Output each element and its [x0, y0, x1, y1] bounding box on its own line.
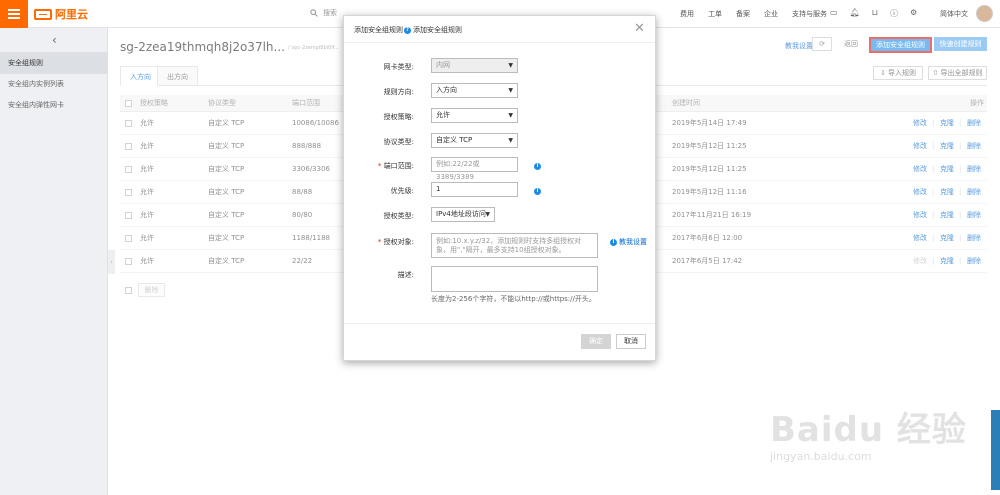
auth-type-label: 授权类型: — [383, 212, 414, 220]
port-range-input[interactable]: 例如:22/22或3389/3389 — [431, 157, 518, 181]
caret-down-icon: ▼ — [508, 137, 513, 144]
menu-icon[interactable] — [0, 0, 28, 28]
search-box[interactable]: 搜索 — [310, 8, 337, 18]
protocol-select[interactable]: 自定义 TCP ▼ — [431, 133, 518, 148]
cart-icon[interactable]: ⊔ — [872, 8, 878, 19]
terminal-icon[interactable]: ▭ — [830, 8, 838, 19]
nav-support[interactable]: 支持与服务 — [792, 9, 827, 19]
caret-down-icon: ▼ — [485, 211, 490, 218]
sidebar-item-rules[interactable]: 安全组规则 — [0, 52, 108, 74]
dialog-help-label: 添加安全组规则 — [413, 26, 462, 34]
info-icon: ? — [404, 26, 411, 34]
caret-down-icon: ▼ — [508, 87, 513, 94]
auth-object-label: * 授权对象: — [344, 237, 414, 247]
top-nav: 费用 工单 备案 企业 支持与服务 — [680, 9, 827, 19]
direction-select[interactable]: 入方向 ▼ — [431, 83, 518, 98]
avatar[interactable] — [976, 5, 993, 22]
nic-type-value: 内网 — [436, 61, 450, 69]
watermark: Baidu 经验 jingyan.baidu.com — [770, 402, 970, 482]
search-input[interactable]: 搜索 — [323, 8, 337, 18]
auth-type-select[interactable]: IPv4地址段访问 ▼ — [431, 207, 495, 222]
bell-icon[interactable]: 🔔︎ — [850, 8, 860, 19]
dialog-title: 添加安全组规则 — [354, 26, 403, 34]
confirm-button[interactable]: 确定 — [581, 334, 611, 349]
sidebar-item-instances[interactable]: 安全组内实例列表 — [0, 73, 108, 95]
priority-input[interactable]: 1 — [431, 182, 518, 197]
description-hint: 长度为2-256个字符，不能以http://或https://开头。 — [431, 295, 596, 303]
port-range-label: * 端口范围: — [344, 161, 414, 171]
dialog-help-link[interactable]: ? 添加安全组规则 — [404, 25, 462, 35]
policy-label: 授权策略: — [383, 113, 414, 121]
search-icon — [310, 9, 318, 17]
nav-tickets[interactable]: 工单 — [708, 9, 722, 19]
brand-logo[interactable]: 阿里云 — [34, 7, 88, 21]
auth-object-label-text: 授权对象: — [383, 238, 414, 246]
description-textarea[interactable] — [431, 266, 598, 292]
port-range-info-icon[interactable]: i — [534, 161, 541, 170]
direction-label: 规则方向: — [383, 88, 414, 96]
nic-type-select: 内网 ▼ — [431, 58, 518, 73]
auth-type-value: IPv4地址段访问 — [436, 210, 486, 218]
auth-object-help-label: 教我设置 — [619, 238, 647, 246]
policy-select[interactable]: 允许 ▼ — [431, 108, 518, 123]
auth-object-help-link[interactable]: i 教我设置 — [610, 237, 647, 247]
info-icon: i — [610, 238, 617, 246]
protocol-value: 自定义 TCP — [436, 136, 473, 144]
close-icon[interactable]: ✕ — [634, 21, 645, 36]
nav-icp[interactable]: 备案 — [736, 9, 750, 19]
policy-value: 允许 — [436, 111, 450, 119]
help-icon[interactable]: ⓘ — [890, 8, 898, 19]
caret-down-icon: ▼ — [508, 62, 513, 69]
add-rule-dialog: 添加安全组规则 ? 添加安全组规则 ✕ 网卡类型: 内网 ▼ 规则方向: 入方向 ▼ … — [343, 15, 656, 361]
protocol-label: 协议类型: — [383, 138, 414, 146]
priority-label: 优先级: — [390, 187, 414, 195]
side-feedback-strip[interactable] — [991, 410, 1000, 490]
header-icons: ▭ 🔔︎ ⊔ ⓘ ⚙ — [830, 8, 917, 19]
nav-enterprise[interactable]: 企业 — [764, 9, 778, 19]
dialog-divider — [344, 323, 655, 324]
description-label: 描述: — [397, 271, 414, 279]
settings-icon[interactable]: ⚙ — [910, 8, 917, 19]
caret-down-icon: ▼ — [508, 112, 513, 119]
dialog-header: 添加安全组规则 ? 添加安全组规则 ✕ — [344, 16, 655, 43]
sidebar-item-label: 安全组规则 — [8, 59, 43, 67]
back-chevron-icon[interactable]: ‹ — [52, 33, 57, 47]
priority-info-icon[interactable]: i — [534, 186, 541, 195]
sidebar-item-label: 安全组内实例列表 — [8, 80, 64, 88]
watermark-url: jingyan.baidu.com — [770, 450, 872, 463]
nic-type-label: 网卡类型: — [383, 63, 414, 71]
sidebar: ‹ 安全组规则 安全组内实例列表 安全组内弹性网卡 — [0, 28, 108, 495]
watermark-logo: Baidu 经验 — [770, 410, 967, 450]
port-range-label-text: 端口范围: — [383, 162, 414, 170]
sidebar-item-enis[interactable]: 安全组内弹性网卡 — [0, 94, 108, 116]
aliyun-logo-icon — [34, 8, 52, 20]
nav-fees[interactable]: 费用 — [680, 9, 694, 19]
cancel-button[interactable]: 取消 — [616, 334, 646, 349]
sidebar-item-label: 安全组内弹性网卡 — [8, 101, 64, 109]
auth-object-textarea[interactable]: 例如:10.x.y.z/32，添加规则时支持多组授权对象，用","隔开，最多支持… — [431, 233, 598, 258]
language-selector[interactable]: 简体中文 — [940, 9, 968, 19]
direction-value: 入方向 — [436, 86, 457, 94]
brand-name: 阿里云 — [55, 8, 88, 21]
